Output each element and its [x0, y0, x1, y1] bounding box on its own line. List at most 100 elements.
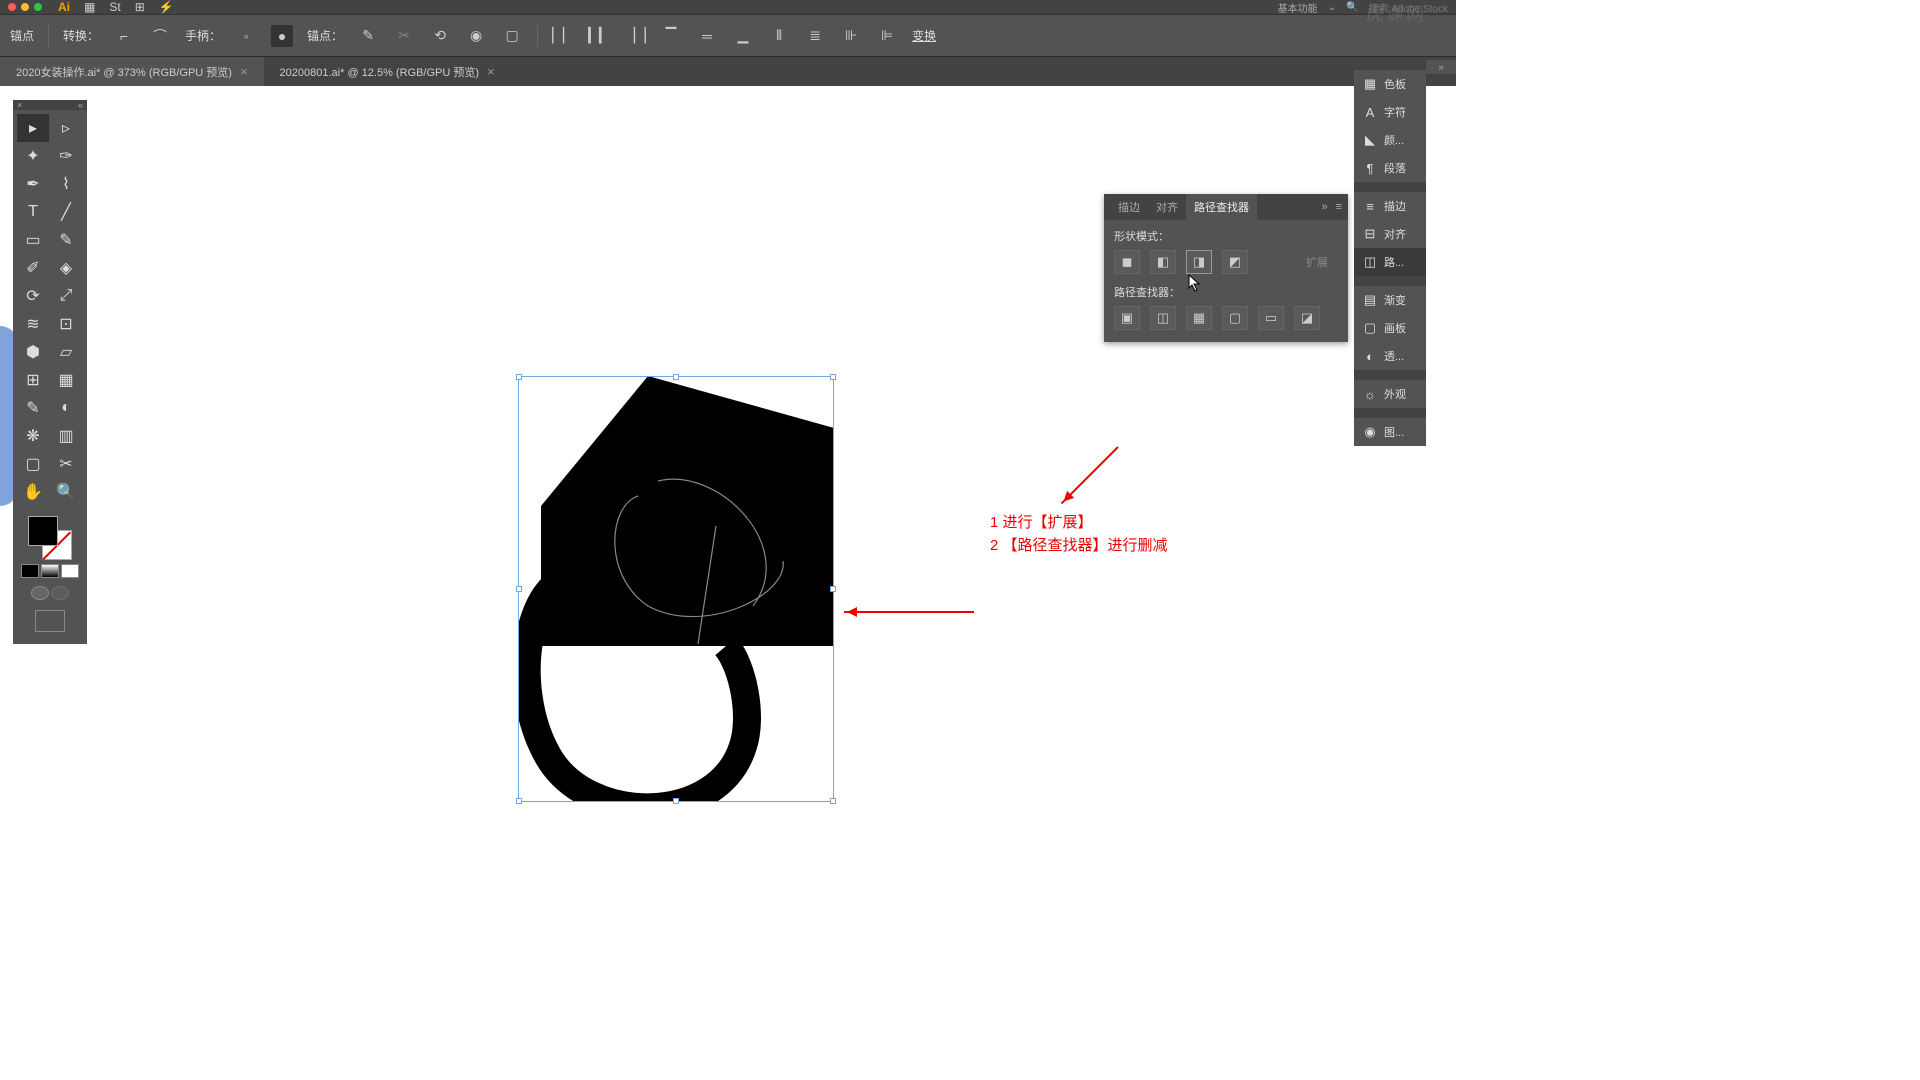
window-controls[interactable] [8, 3, 42, 11]
arrange-icon[interactable]: ⊞ [135, 0, 145, 14]
resize-handle[interactable] [830, 586, 836, 592]
gradient-tool[interactable]: ▦ [50, 366, 82, 394]
menu-icon[interactable]: ≡ [1336, 201, 1342, 213]
close-icon[interactable] [8, 3, 16, 11]
collapse-icon[interactable]: » [1321, 201, 1327, 213]
transform-link[interactable]: 变换 [912, 27, 936, 44]
width-tool[interactable]: ≋ [17, 310, 49, 338]
hand-tool[interactable]: ✋ [17, 478, 49, 506]
remove-anchor-icon[interactable]: ✎ [357, 25, 379, 47]
pen-tool[interactable]: ✒ [17, 170, 49, 198]
resize-handle[interactable] [516, 586, 522, 592]
eyedropper-tool[interactable]: ✎ [17, 394, 49, 422]
cut-path-icon[interactable]: ✂ [393, 25, 415, 47]
tab-align[interactable]: 对齐 [1148, 194, 1186, 220]
outline-icon[interactable]: ▭ [1258, 306, 1284, 330]
scale-tool[interactable]: ⤢ [50, 282, 82, 310]
artboard-tool[interactable]: ▢ [17, 450, 49, 478]
gradient-mode-icon[interactable] [41, 564, 59, 578]
dock-stroke[interactable]: ≡描边 [1354, 192, 1426, 220]
collapse-icon[interactable]: « [78, 100, 83, 110]
selection-tool[interactable]: ▸ [17, 114, 49, 142]
resize-handle[interactable] [673, 374, 679, 380]
distribute-vspace-icon[interactable]: ⊫ [876, 25, 898, 47]
fill-stroke-swatches[interactable] [13, 510, 87, 638]
minus-back-icon[interactable]: ◪ [1294, 306, 1320, 330]
rotate-tool[interactable]: ⟳ [17, 282, 49, 310]
shaper-tool[interactable]: ✐ [17, 254, 49, 282]
dock-graphic-styles[interactable]: ◉图... [1354, 418, 1426, 446]
gpu-icon[interactable]: ⚡ [159, 0, 174, 14]
blend-tool[interactable]: ◐ [50, 394, 82, 422]
dock-color[interactable]: ◣颜... [1354, 126, 1426, 154]
eraser-tool[interactable]: ◈ [50, 254, 82, 282]
color-mode-icon[interactable] [21, 564, 39, 578]
crop-icon[interactable]: ▢ [501, 25, 523, 47]
handle-hide-icon[interactable]: ● [271, 25, 293, 47]
document-tab-2[interactable]: 20200801.ai* @ 12.5% (RGB/GPU 预览) × [264, 57, 511, 86]
dock-align[interactable]: ⊟对齐 [1354, 220, 1426, 248]
expand-button[interactable]: 扩展 [1296, 252, 1338, 272]
shape-builder-tool[interactable]: ⬢ [17, 338, 49, 366]
exclude-icon[interactable]: ◩ [1222, 250, 1248, 274]
draw-behind-icon[interactable] [51, 586, 69, 600]
maximize-icon[interactable] [34, 3, 42, 11]
expand-panels-icon[interactable]: » [1426, 60, 1456, 74]
stock-icon[interactable]: St [109, 0, 120, 14]
magic-wand-tool[interactable]: ✦ [17, 142, 49, 170]
resize-handle[interactable] [830, 798, 836, 804]
document-tab-1[interactable]: 2020女装操作.ai* @ 373% (RGB/GPU 预览) × [0, 57, 264, 86]
isolate-icon[interactable]: ◉ [465, 25, 487, 47]
paintbrush-tool[interactable]: ✎ [50, 226, 82, 254]
dock-transparency[interactable]: ◐透... [1354, 342, 1426, 370]
resize-handle[interactable] [516, 374, 522, 380]
resize-handle[interactable] [516, 798, 522, 804]
dock-appearance[interactable]: ☼外观 [1354, 380, 1426, 408]
crop-icon[interactable]: ▢ [1222, 306, 1248, 330]
close-icon[interactable]: × [17, 100, 22, 110]
trim-icon[interactable]: ◫ [1150, 306, 1176, 330]
dock-pathfinder[interactable]: ◫路... [1354, 248, 1426, 276]
none-mode-icon[interactable] [61, 564, 79, 578]
convert-smooth-icon[interactable]: ⌒ [149, 25, 171, 47]
search-icon[interactable]: 🔍 [1346, 2, 1358, 13]
close-icon[interactable]: × [240, 64, 248, 79]
slice-tool[interactable]: ✂ [50, 450, 82, 478]
perspective-tool[interactable]: ▱ [50, 338, 82, 366]
align-top-icon[interactable]: ▔ [660, 25, 682, 47]
intersect-icon[interactable]: ◨ [1186, 250, 1212, 274]
align-left-icon[interactable]: ▏▏ [552, 25, 574, 47]
screen-mode-icon[interactable] [35, 610, 65, 632]
dock-gradient[interactable]: ▤渐变 [1354, 286, 1426, 314]
symbol-sprayer-tool[interactable]: ❋ [17, 422, 49, 450]
unite-icon[interactable]: ◼ [1114, 250, 1140, 274]
dock-artboards[interactable]: ▢画板 [1354, 314, 1426, 342]
resize-handle[interactable] [830, 374, 836, 380]
handle-show-icon[interactable]: ◦ [235, 25, 257, 47]
align-bottom-icon[interactable]: ▁ [732, 25, 754, 47]
convert-corner-icon[interactable]: ⌐ [113, 25, 135, 47]
divide-icon[interactable]: ▣ [1114, 306, 1140, 330]
merge-icon[interactable]: ▦ [1186, 306, 1212, 330]
rectangle-tool[interactable]: ▭ [17, 226, 49, 254]
dock-paragraph[interactable]: ¶段落 [1354, 154, 1426, 182]
align-hcenter-icon[interactable]: ▎▎ [588, 25, 610, 47]
align-right-icon[interactable]: ▕▕ [624, 25, 646, 47]
dock-swatches[interactable]: ▦色板 [1354, 70, 1426, 98]
align-vcenter-icon[interactable]: ═ [696, 25, 718, 47]
curvature-tool[interactable]: ⌇ [50, 170, 82, 198]
resize-handle[interactable] [673, 798, 679, 804]
minus-front-icon[interactable]: ◧ [1150, 250, 1176, 274]
mesh-tool[interactable]: ⊞ [17, 366, 49, 394]
connect-icon[interactable]: ⟲ [429, 25, 451, 47]
direct-selection-tool[interactable]: ▹ [50, 114, 82, 142]
dock-character[interactable]: A字符 [1354, 98, 1426, 126]
tab-pathfinder[interactable]: 路径查找器 [1186, 194, 1257, 220]
workspace-selector[interactable]: 基本功能 [1278, 0, 1318, 15]
toolbox-header[interactable]: ×« [13, 100, 87, 110]
graph-tool[interactable]: ▥ [50, 422, 82, 450]
lasso-tool[interactable]: ✑ [50, 142, 82, 170]
minimize-icon[interactable] [21, 3, 29, 11]
zoom-tool[interactable]: 🔍 [50, 478, 82, 506]
bridge-icon[interactable]: ▦ [84, 0, 95, 14]
